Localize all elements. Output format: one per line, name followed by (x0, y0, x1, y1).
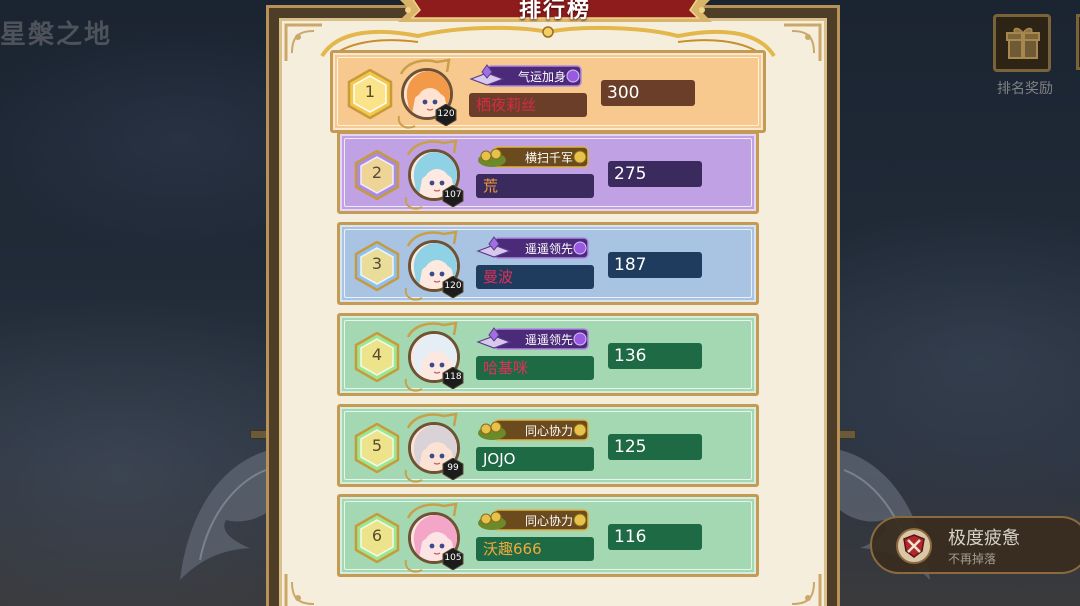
rank-number: 6 (371, 526, 383, 545)
honor-title-text: 同心协力 (524, 514, 573, 528)
player-name: 哈基咪 (483, 359, 529, 377)
honor-title-text: 同心协力 (524, 424, 573, 438)
level-badge: 99 (442, 458, 464, 480)
honor-title-tag: 同心协力 (476, 417, 592, 443)
player-name: 栖夜莉丝 (476, 96, 537, 114)
player-level: 107 (444, 190, 462, 200)
player-name: 荒 (483, 177, 499, 195)
player-name-box: 荒 (476, 174, 594, 198)
player-name: 沃趣666 (483, 540, 542, 558)
player-level: 120 (437, 109, 455, 119)
fatigue-title: 极度疲惫 (948, 528, 1020, 549)
corner-ornament (284, 574, 322, 606)
side-button-edge[interactable] (1076, 14, 1080, 70)
gift-box-icon (993, 14, 1051, 72)
leaderboard-row[interactable]: 1 120 气运加身 栖夜莉丝 300 (330, 50, 766, 133)
score-box: 136 (608, 343, 702, 369)
honor-title-tag: 气运加身 (469, 63, 585, 89)
leaderboard-title: 排行榜 (518, 0, 591, 23)
zone-title: 星槃之地 (0, 20, 113, 50)
rank-hexagon: 3 (354, 241, 400, 291)
level-badge: 107 (442, 185, 464, 207)
level-badge: 120 (442, 276, 464, 298)
left-wing-decoration (180, 450, 270, 580)
leaderboard-row[interactable]: 2 107 横扫千军 荒 275 (337, 131, 759, 214)
rank-hexagon: 6 (354, 513, 400, 563)
score-box: 125 (608, 434, 702, 460)
fatigue-status-panel[interactable]: 极度疲惫 不再掉落 (870, 516, 1080, 574)
honor-title-tag: 遥遥领先 (476, 326, 592, 352)
honor-title-text: 气运加身 (517, 70, 566, 84)
player-name: 曼波 (483, 268, 514, 286)
player-avatar[interactable]: 120 (404, 230, 464, 301)
fatigue-subtitle: 不再掉落 (948, 552, 997, 566)
player-score: 116 (614, 527, 647, 547)
player-level: 105 (444, 553, 462, 563)
player-score: 187 (614, 255, 647, 275)
player-avatar[interactable]: 120 (397, 58, 457, 129)
player-name-box: 栖夜莉丝 (469, 93, 587, 117)
level-badge: 118 (442, 367, 464, 389)
level-badge: 120 (435, 104, 457, 126)
rank-number: 4 (371, 345, 383, 364)
rank-hexagon: 4 (354, 332, 400, 382)
honor-title-tag: 同心协力 (476, 507, 592, 533)
player-avatar[interactable]: 118 (404, 321, 464, 392)
rank-hexagon: 2 (354, 150, 400, 200)
player-name: JOJO (483, 450, 516, 468)
rank-number: 2 (371, 163, 383, 182)
rank-hexagon: 5 (354, 423, 400, 473)
player-score: 300 (607, 83, 640, 103)
leaderboard-row[interactable]: 5 99 同心协力 JOJO 125 (337, 404, 759, 487)
player-score: 275 (614, 164, 647, 184)
rank-reward-label: 排名奖励 (997, 81, 1053, 97)
level-badge: 105 (442, 548, 464, 570)
score-box: 300 (601, 80, 695, 106)
honor-title-tag: 横扫千军 (476, 144, 592, 170)
player-name-box: JOJO (476, 447, 594, 471)
rank-reward-button[interactable]: 排名奖励 (990, 12, 1060, 102)
rank-number: 3 (371, 254, 383, 273)
honor-title-text: 横扫千军 (524, 151, 573, 165)
player-avatar[interactable]: 107 (404, 139, 464, 210)
score-box: 275 (608, 161, 702, 187)
cross-shield-icon (896, 528, 932, 564)
rank-number: 5 (371, 436, 383, 455)
corner-ornament (784, 23, 822, 61)
player-level: 120 (444, 281, 462, 291)
player-level: 118 (444, 372, 462, 382)
player-name-box: 哈基咪 (476, 356, 594, 380)
leaderboard-row[interactable]: 6 105 同心协力 沃趣666 116 (337, 494, 759, 577)
right-rail-stub (838, 430, 856, 439)
honor-title-text: 遥遥领先 (524, 333, 573, 347)
corner-ornament (784, 574, 822, 606)
player-level: 99 (447, 463, 459, 473)
rank-number: 1 (364, 82, 376, 101)
rank-hexagon: 1 (347, 69, 393, 119)
player-avatar[interactable]: 99 (404, 412, 464, 483)
player-name-box: 曼波 (476, 265, 594, 289)
player-score: 136 (614, 346, 647, 366)
honor-title-tag: 遥遥领先 (476, 235, 592, 261)
player-name-box: 沃趣666 (476, 537, 594, 561)
score-box: 187 (608, 252, 702, 278)
leaderboard-row[interactable]: 3 120 遥遥领先 曼波 187 (337, 222, 759, 305)
player-avatar[interactable]: 105 (404, 502, 464, 573)
score-box: 116 (608, 524, 702, 550)
honor-title-text: 遥遥领先 (524, 242, 573, 256)
leaderboard-row[interactable]: 4 118 遥遥领先 哈基咪 136 (337, 313, 759, 396)
player-score: 125 (614, 437, 647, 457)
